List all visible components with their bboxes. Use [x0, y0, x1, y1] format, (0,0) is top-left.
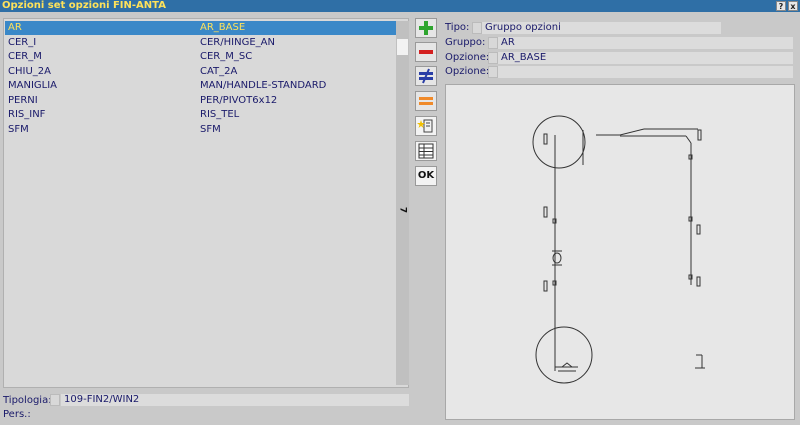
row-code: PERNI [8, 95, 38, 106]
gruppo-lookup-box[interactable] [488, 37, 498, 49]
equal-button[interactable] [415, 91, 437, 111]
gruppo-field[interactable]: AR [498, 37, 793, 49]
opzione-lookup-box-1[interactable] [488, 52, 498, 64]
row-value: SFM [200, 124, 221, 135]
row-value: MAN/HANDLE-STANDARD [200, 80, 327, 91]
row-value: PER/PIVOT6x12 [200, 95, 278, 106]
insert-star-icon [417, 119, 433, 133]
row-code: AR [8, 22, 22, 33]
insert-button[interactable] [415, 116, 437, 136]
plus-icon [419, 21, 433, 35]
window-hardware-drawing [532, 115, 705, 384]
opzione-row-1: Opzione: AR_BASE [441, 51, 797, 65]
remove-button[interactable] [415, 42, 437, 62]
row-code: CER_M [8, 51, 42, 62]
row-code: SFM [8, 124, 29, 135]
opzione-label-2: Opzione: [445, 66, 490, 77]
opzione-field-1[interactable]: AR_BASE [498, 52, 793, 64]
scrollbar-thumb[interactable] [397, 39, 408, 55]
list-row[interactable]: SFM SFM [5, 123, 396, 137]
row-code: CHIU_2A [8, 66, 51, 77]
equal-icon [419, 97, 433, 105]
opzione-row-2: Opzione: [441, 65, 797, 79]
help-button[interactable]: ? [776, 1, 786, 11]
table-icon [418, 143, 434, 159]
tipo-lookup-box[interactable] [472, 22, 482, 34]
opzione-lookup-box-2[interactable] [488, 66, 498, 78]
row-value: RIS_TEL [200, 109, 240, 120]
row-value: AR_BASE [200, 22, 246, 33]
drawing-preview [445, 84, 795, 420]
window-title: Opzioni set opzioni FIN-ANTA [2, 0, 166, 11]
row-value: CER/HINGE_AN [200, 37, 275, 48]
pers-label: Pers.: [3, 409, 31, 420]
row-code: MANIGLIA [8, 80, 58, 91]
row-code: RIS_INF [8, 109, 46, 120]
not-equal-icon [419, 68, 433, 84]
options-list[interactable]: AR AR_BASE CER_I CER/HINGE_AN CER_M CER_… [3, 18, 409, 388]
list-row[interactable]: CER_M CER_M_SC [5, 50, 396, 64]
detail-circle-top [532, 115, 586, 169]
list-scrollbar[interactable]: 7 [396, 21, 409, 385]
opzione-label-1: Opzione: [445, 52, 490, 63]
tipo-field[interactable]: Gruppo opzioni [482, 22, 721, 34]
detail-circle-bottom [535, 326, 593, 384]
add-button[interactable] [415, 18, 437, 38]
row-code: CER_I [8, 37, 37, 48]
list-row[interactable]: PERNI PER/PIVOT6x12 [5, 94, 396, 108]
window-title-bar: Opzioni set opzioni FIN-ANTA ? x [0, 0, 800, 12]
tipo-label: Tipo: [445, 22, 470, 33]
list-row[interactable]: MANIGLIA MAN/HANDLE-STANDARD [5, 79, 396, 93]
tipo-row: Tipo: Gruppo opzioni [441, 21, 797, 35]
list-row[interactable]: RIS_INF RIS_TEL [5, 108, 396, 122]
not-equal-button[interactable] [415, 66, 437, 86]
row-value: CAT_2A [200, 66, 238, 77]
opzione-field-2[interactable] [498, 66, 793, 78]
ok-button[interactable]: OK [415, 166, 437, 186]
list-row[interactable]: AR AR_BASE [5, 21, 396, 35]
tipologia-lookup-box[interactable] [50, 394, 60, 406]
row-value: CER_M_SC [200, 51, 253, 62]
tipologia-label: Tipologia: [3, 395, 52, 406]
minus-icon [419, 50, 433, 54]
close-button[interactable]: x [788, 1, 798, 11]
list-row[interactable]: CHIU_2A CAT_2A [5, 65, 396, 79]
gruppo-row: Gruppo: AR [441, 36, 797, 50]
list-row[interactable]: CER_I CER/HINGE_AN [5, 36, 396, 50]
scroll-count: 7 [397, 206, 408, 214]
gruppo-label: Gruppo: [445, 37, 486, 48]
table-button[interactable] [415, 141, 437, 161]
tipologia-field[interactable]: 109-FIN2/WIN2 [61, 394, 409, 406]
